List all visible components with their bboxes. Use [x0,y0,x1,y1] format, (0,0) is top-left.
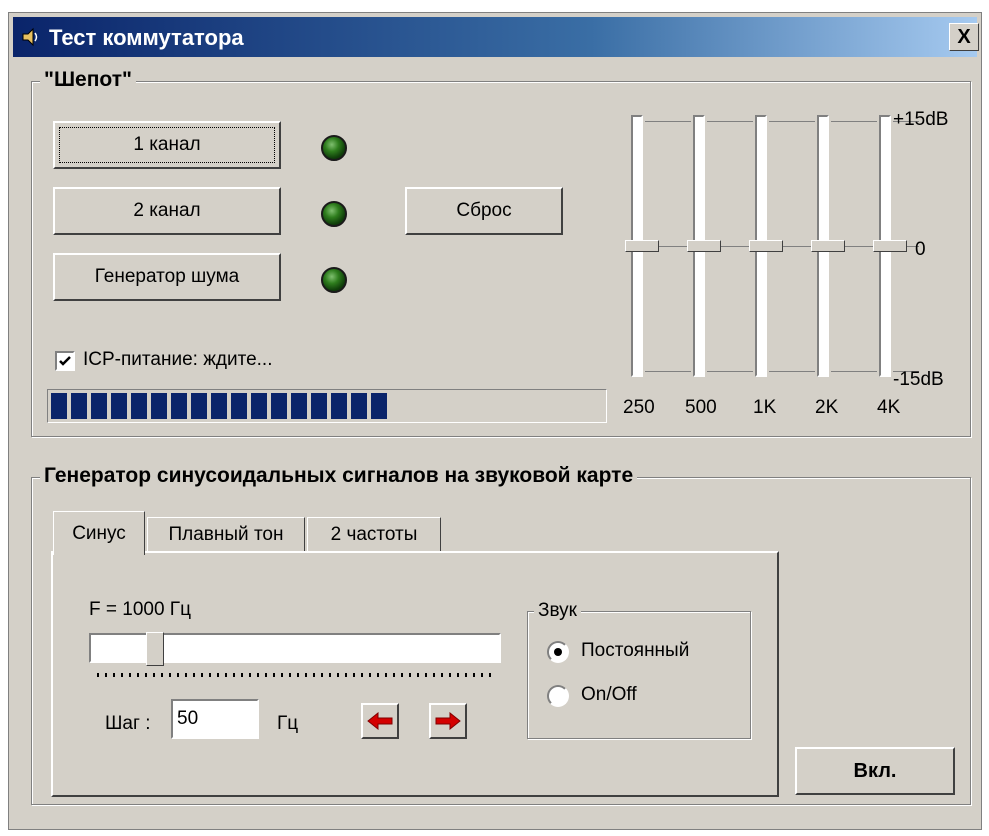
eq-band-thumb-1K[interactable] [749,240,783,252]
sound-onoff-radio[interactable] [547,685,569,707]
increase-frequency-button[interactable] [429,703,467,739]
arrow-left-icon [367,712,393,730]
tab-sine[interactable]: Синус [53,511,145,555]
check-icon [59,356,71,366]
whisper-group-title: "Шепот" [40,68,136,92]
progress-fill [51,393,387,419]
channel2-led [321,201,347,227]
window-title: Тест коммутатора [49,25,244,50]
tab-two-frequencies[interactable]: 2 частоты [307,517,441,553]
tab-two-frequencies-label: 2 частоты [330,524,418,545]
channel1-label: 1 канал [133,134,201,155]
frequency-slider-ticks [97,673,497,677]
tab-smooth-tone-label: Плавный тон [168,524,284,545]
eq-band-label-500: 500 [685,397,717,418]
eq-band-thumb-2K[interactable] [811,240,845,252]
noise-generator-button[interactable]: Генератор шума [53,253,281,301]
on-button-label: Вкл. [853,759,897,782]
channel2-label: 2 канал [133,200,201,221]
step-input[interactable] [171,699,259,739]
icp-power-label: ICP-питание: ждите... [83,349,273,370]
eq-band-thumb-4K[interactable] [873,240,907,252]
step-label: Шаг : [105,713,151,734]
sound-onoff-label: On/Off [581,684,637,705]
sound-group: Звук [527,600,751,739]
sine-generator-group-title: Генератор синусоидальных сигналов на зву… [40,464,638,488]
close-button[interactable]: X [949,23,979,51]
reset-button[interactable]: Сброс [405,187,563,235]
eq-guide-line [769,371,815,372]
decrease-frequency-button[interactable] [361,703,399,739]
eq-guide-line [645,371,691,372]
frequency-label: F = 1000 Гц [89,599,191,620]
speaker-icon [21,27,41,47]
eq-db-top-label: +15dB [893,109,949,130]
icp-power-checkbox[interactable] [55,351,75,371]
frequency-slider[interactable] [89,632,501,666]
channel1-button[interactable]: 1 канал [53,121,281,169]
title-bar[interactable]: Тест коммутатора X [13,17,979,57]
eq-guide-line [831,121,877,122]
frequency-slider-thumb[interactable] [146,632,164,666]
eq-band-thumb-500[interactable] [687,240,721,252]
eq-guide-line [707,371,753,372]
sound-group-title: Звук [534,600,581,622]
sound-constant-label: Постоянный [581,640,690,661]
eq-guide-line [707,121,753,122]
tab-sine-label: Синус [72,522,126,544]
eq-guide-line [831,371,877,372]
noise-generator-led [321,267,347,293]
close-icon: X [957,25,971,48]
tab-smooth-tone[interactable]: Плавный тон [147,517,305,553]
eq-band-thumb-250[interactable] [625,240,659,252]
step-unit-label: Гц [277,713,299,734]
reset-label: Сброс [456,200,512,221]
eq-guide-line [645,121,691,122]
eq-band-label-4K: 4K [877,397,901,418]
channel2-button[interactable]: 2 канал [53,187,281,235]
eq-band-label-2K: 2K [815,397,839,418]
icp-progress-bar [47,389,607,423]
eq-db-mid-label: 0 [915,239,926,260]
eq-db-bottom-label: -15dB [893,369,944,390]
noise-generator-label: Генератор шума [94,266,240,287]
on-button[interactable]: Вкл. [795,747,955,795]
channel1-led [321,135,347,161]
switch-test-window: Тест коммутатора X "Шепот" 1 канал 2 кан… [8,12,982,830]
sound-constant-radio[interactable] [547,641,569,663]
arrow-right-icon [435,712,461,730]
eq-guide-line [769,121,815,122]
eq-band-label-250: 250 [623,397,655,418]
eq-band-label-1K: 1K [753,397,777,418]
